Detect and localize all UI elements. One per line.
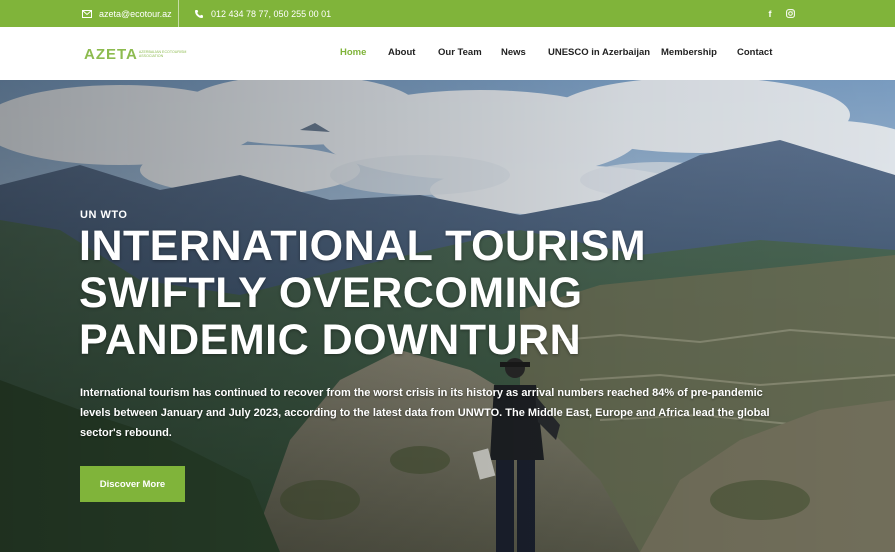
nav-item-contact[interactable]: Contact xyxy=(737,47,772,58)
hero-headline-line-2: SWIFTLY OVERCOMING xyxy=(79,269,583,317)
top-contact-bar: azeta@ecotour.az 012 434 78 77, 050 255 … xyxy=(0,0,895,27)
email-text: azeta@ecotour.az xyxy=(99,8,172,19)
instagram-glyph xyxy=(785,9,795,18)
hero-headline-line-3: PANDEMIC DOWNTURN xyxy=(79,316,582,364)
hero-headline: INTERNATIONAL TOURISM SWIFTLY OVERCOMING… xyxy=(79,223,646,364)
main-navbar: AZETA AZERBAIJAN ECOTOURISM ASSOCIATION … xyxy=(0,27,895,80)
hero-banner: UN WTO INTERNATIONAL TOURISM SWIFTLY OVE… xyxy=(0,80,895,552)
hero-description: International tourism has continued to r… xyxy=(80,387,770,439)
nav-item-about[interactable]: About xyxy=(388,47,415,58)
phone-link[interactable]: 012 434 78 77, 050 255 00 01 xyxy=(194,0,331,27)
email-link[interactable]: azeta@ecotour.az xyxy=(82,0,172,27)
phone-text: 012 434 78 77, 050 255 00 01 xyxy=(211,8,332,19)
nav-item-membership[interactable]: Membership xyxy=(661,47,717,58)
facebook-icon[interactable]: f xyxy=(764,0,776,27)
phone-icon xyxy=(195,9,203,18)
primary-menu: Home About Our Team News UNESCO in Azerb… xyxy=(0,27,895,80)
discover-more-button[interactable]: Discover More xyxy=(80,466,185,502)
topbar-divider xyxy=(178,0,179,27)
nav-item-news[interactable]: News xyxy=(501,47,526,58)
hero-headline-line-1: INTERNATIONAL TOURISM xyxy=(79,222,647,270)
mail-icon xyxy=(82,9,92,18)
nav-item-home[interactable]: Home xyxy=(340,47,366,58)
instagram-icon[interactable] xyxy=(784,0,796,27)
nav-item-unesco[interactable]: UNESCO in Azerbaijan xyxy=(548,47,650,58)
hero-eyebrow: UN WTO xyxy=(80,209,128,221)
nav-item-our-team[interactable]: Our Team xyxy=(438,47,482,58)
